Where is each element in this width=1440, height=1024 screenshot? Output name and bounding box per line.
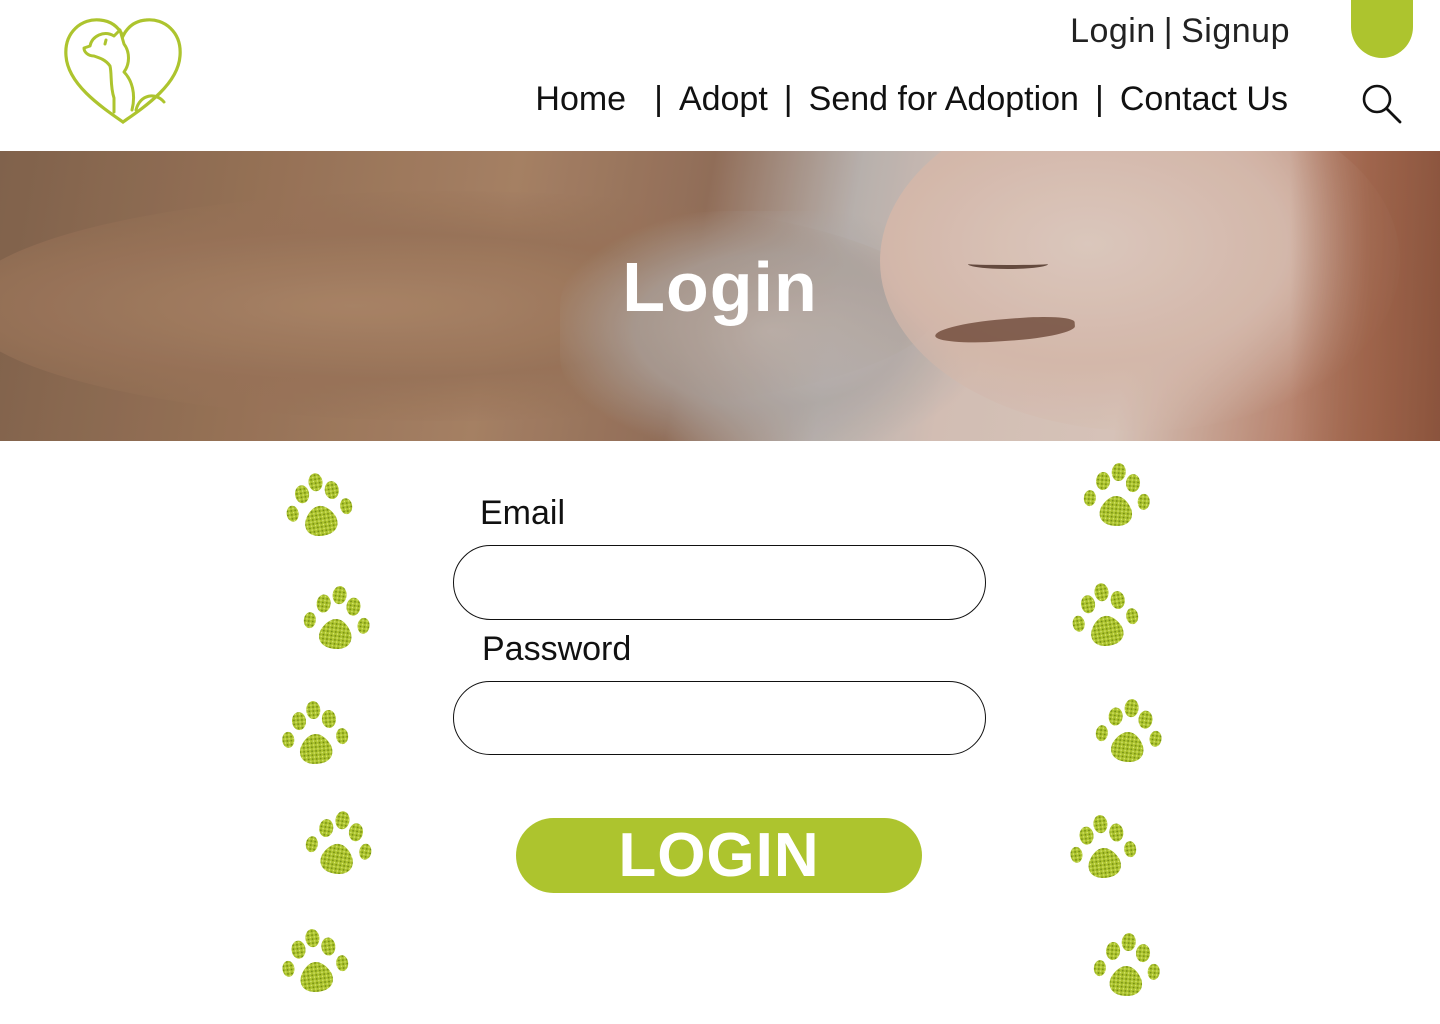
paw-print-icon — [282, 701, 349, 764]
nav-separator: | — [783, 80, 793, 118]
nav-contact-us[interactable]: Contact Us — [1120, 80, 1288, 119]
site-header: Login | Signup Home | Adopt | Send for Ado… — [0, 0, 1440, 151]
nav-adopt[interactable]: Adopt — [679, 80, 768, 119]
nav-separator: | — [654, 80, 663, 118]
main-nav: Home | Adopt | Send for Adoption | Conta… — [535, 80, 1288, 119]
paw-print-icon — [282, 929, 349, 992]
nav-home[interactable]: Home — [535, 80, 626, 119]
login-link[interactable]: Login — [1070, 12, 1156, 50]
auth-links: Login | Signup — [1070, 12, 1290, 51]
dog-heart-logo[interactable] — [60, 14, 186, 128]
auth-separator: | — [1163, 12, 1174, 50]
paw-print-icon — [303, 586, 370, 649]
password-field[interactable] — [453, 681, 986, 755]
paw-print-icon — [1083, 463, 1150, 526]
paw-print-icon — [1070, 815, 1137, 878]
signup-link[interactable]: Signup — [1181, 12, 1290, 50]
paw-print-icon — [286, 473, 353, 536]
search-icon[interactable] — [1360, 82, 1404, 126]
paw-print-icon — [1072, 583, 1139, 646]
nav-separator: | — [1094, 80, 1104, 118]
hero-banner: Login — [0, 151, 1440, 441]
paw-print-icon — [1095, 699, 1162, 762]
page-title: Login — [622, 248, 818, 326]
login-button[interactable]: LOGIN — [516, 818, 922, 893]
password-label: Password — [482, 630, 632, 668]
email-field[interactable] — [453, 545, 986, 620]
accent-tab — [1351, 0, 1413, 58]
paw-print-icon — [1093, 933, 1160, 996]
email-label: Email — [480, 494, 566, 532]
nav-send-for-adoption[interactable]: Send for Adoption — [809, 80, 1079, 119]
paw-print-icon — [305, 811, 372, 874]
